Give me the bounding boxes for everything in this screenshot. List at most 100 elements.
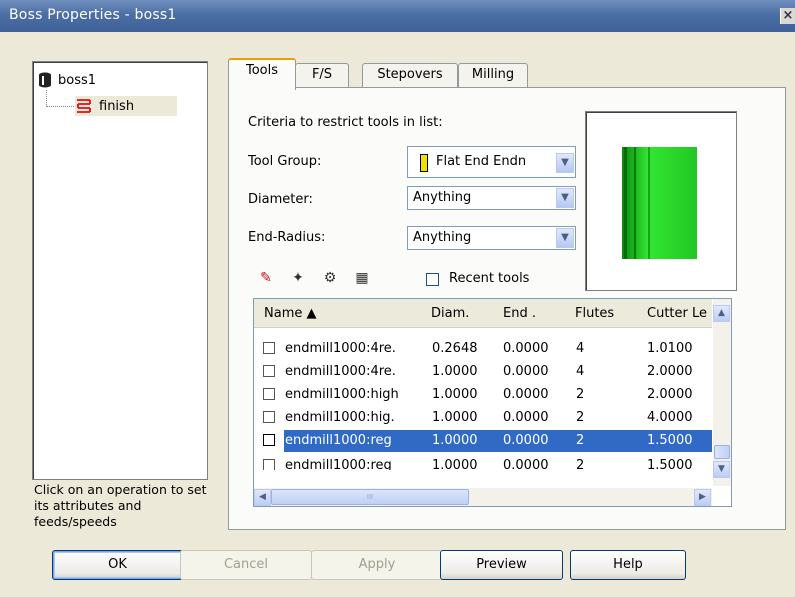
- row-checkbox[interactable]: [263, 388, 275, 400]
- cancel-button[interactable]: Cancel: [180, 550, 312, 580]
- tool-preview: [585, 111, 737, 291]
- tree-item-finish[interactable]: finish: [75, 96, 177, 116]
- operation-tree[interactable]: boss1 finish: [32, 61, 208, 480]
- end-radius-value: Anything: [413, 230, 472, 245]
- cell-flutes: 4: [576, 364, 585, 379]
- chevron-down-icon[interactable]: ▼: [556, 188, 574, 208]
- window-title: Boss Properties - boss1: [9, 7, 177, 23]
- diameter-label: Diameter:: [248, 192, 313, 207]
- tool-group-label: Tool Group:: [248, 154, 322, 169]
- cell-diam: 0.2648: [432, 341, 478, 356]
- scroll-thumb[interactable]: [714, 445, 730, 459]
- tree-root-label: boss1: [58, 72, 97, 88]
- table-row[interactable]: endmill1000:4re. 1.0000 0.0000 4 2.0000: [254, 361, 712, 383]
- recent-tools-checkbox[interactable]: [426, 273, 439, 286]
- cell-cutter-length: 1.5000: [647, 433, 693, 448]
- cell-flutes: 2: [576, 410, 585, 425]
- table-row-selected[interactable]: endmill1000:reg 1.0000 0.0000 2 1.5000: [254, 430, 712, 452]
- column-header-diam[interactable]: Diam.: [431, 306, 469, 321]
- row-checkbox[interactable]: [263, 365, 275, 377]
- row-checkbox[interactable]: [263, 434, 275, 446]
- end-radius-select[interactable]: Anything ▼: [407, 226, 576, 250]
- table-row[interactable]: endmill1000:hig. 1.0000 0.0000 2 4.0000: [254, 407, 712, 429]
- vertical-scrollbar[interactable]: ▲ ▼: [713, 299, 731, 486]
- apply-button[interactable]: Apply: [311, 550, 443, 580]
- tree-item-boss1[interactable]: boss1: [38, 71, 96, 89]
- diameter-value: Anything: [413, 190, 472, 205]
- cell-name: endmill1000:high: [285, 387, 399, 402]
- cell-end: 0.0000: [503, 410, 549, 425]
- criteria-heading: Criteria to restrict tools in list:: [248, 115, 443, 130]
- tool-library-icon[interactable]: ⚙: [319, 268, 341, 288]
- cell-diam: 1.0000: [432, 410, 478, 425]
- table-row[interactable]: endmill1000:high 1.0000 0.0000 2 2.0000: [254, 384, 712, 406]
- close-button[interactable]: ×: [780, 8, 795, 24]
- cell-end: 0.0000: [503, 364, 549, 379]
- recent-tools-label: Recent tools: [449, 271, 530, 286]
- tool-list-header: Name ▲ Diam. End . Flutes Cutter Le: [254, 299, 712, 328]
- tool-properties-icon[interactable]: ▦: [351, 268, 373, 288]
- scroll-right-icon[interactable]: ▶: [694, 489, 711, 506]
- cell-flutes: 4: [576, 341, 585, 356]
- column-header-cutter-length[interactable]: Cutter Le: [647, 306, 707, 321]
- tab-tools[interactable]: Tools: [228, 58, 296, 90]
- scroll-thumb[interactable]: III: [271, 489, 469, 505]
- tool-group-select[interactable]: Flat End Endn ▼: [407, 146, 576, 178]
- cell-flutes: 2: [576, 458, 585, 470]
- cell-name: endmill1000:4re.: [285, 364, 396, 379]
- tree-child-label: finish: [99, 98, 135, 114]
- cell-end: 0.0000: [503, 341, 549, 356]
- row-checkbox[interactable]: [263, 342, 275, 354]
- cell-flutes: 2: [576, 387, 585, 402]
- cell-flutes: 2: [576, 433, 585, 448]
- boss-icon: [39, 72, 51, 88]
- new-tool-icon[interactable]: ✦: [287, 268, 309, 288]
- cell-diam: 1.0000: [432, 433, 478, 448]
- diameter-select[interactable]: Anything ▼: [407, 186, 576, 210]
- tool-list-toolbar: ✎ ✦ ⚙ ▦: [255, 265, 373, 291]
- end-radius-label: End-Radius:: [248, 230, 326, 245]
- flat-end-mill-icon: [420, 154, 428, 176]
- scroll-down-icon[interactable]: ▼: [713, 461, 730, 478]
- cell-cutter-length: 1.5000: [647, 458, 693, 470]
- ok-button[interactable]: OK: [52, 550, 183, 580]
- tool-list[interactable]: Name ▲ Diam. End . Flutes Cutter Le endm…: [253, 298, 732, 507]
- row-checkbox[interactable]: [263, 459, 275, 470]
- tree-connector: [46, 106, 74, 107]
- row-checkbox[interactable]: [263, 411, 275, 423]
- preview-button[interactable]: Preview: [440, 550, 563, 580]
- cell-end: 0.0000: [503, 433, 549, 448]
- cell-cutter-length: 4.0000: [647, 410, 693, 425]
- scroll-up-icon[interactable]: ▲: [713, 305, 730, 322]
- cell-cutter-length: 2.0000: [647, 364, 693, 379]
- column-header-end[interactable]: End .: [503, 306, 536, 321]
- cell-name: endmill1000:reg: [285, 433, 392, 448]
- cell-diam: 1.0000: [432, 387, 478, 402]
- chevron-down-icon[interactable]: ▼: [556, 153, 574, 173]
- cell-name: endmill1000:4re.: [285, 341, 396, 356]
- tab-milling[interactable]: Milling: [458, 63, 528, 88]
- finish-operation-icon: [77, 99, 91, 113]
- column-header-flutes[interactable]: Flutes: [575, 306, 614, 321]
- tree-connector: [46, 90, 47, 107]
- tab-fs[interactable]: F/S: [295, 63, 349, 88]
- column-header-name[interactable]: Name ▲: [264, 306, 316, 321]
- cell-name: endmill1000:hig.: [285, 410, 395, 425]
- cell-diam: 1.0000: [432, 364, 478, 379]
- title-bar: Boss Properties - boss1 ×: [0, 0, 795, 32]
- cell-name: endmill1000:reg: [285, 458, 392, 470]
- scroll-left-icon[interactable]: ◀: [254, 489, 271, 506]
- table-row[interactable]: endmill1000:reg 1.0000 0.0000 2 1.5000: [254, 455, 712, 470]
- tool-group-value: Flat End Endn: [436, 154, 527, 169]
- help-button[interactable]: Help: [570, 550, 686, 580]
- cell-end: 0.0000: [503, 387, 549, 402]
- horizontal-scrollbar[interactable]: ◀ III ▶: [254, 488, 712, 506]
- tab-stepovers[interactable]: Stepovers: [362, 63, 458, 88]
- end-mill-preview-icon: [622, 147, 697, 259]
- hint-text: Click on an operation to set its attribu…: [34, 482, 207, 529]
- cell-end: 0.0000: [503, 458, 549, 470]
- chevron-down-icon[interactable]: ▼: [556, 228, 574, 248]
- table-row[interactable]: endmill1000:4re. 0.2648 0.0000 4 1.0100: [254, 338, 712, 360]
- tool-wizard-icon[interactable]: ✎: [255, 268, 277, 288]
- cell-cutter-length: 1.0100: [647, 341, 693, 356]
